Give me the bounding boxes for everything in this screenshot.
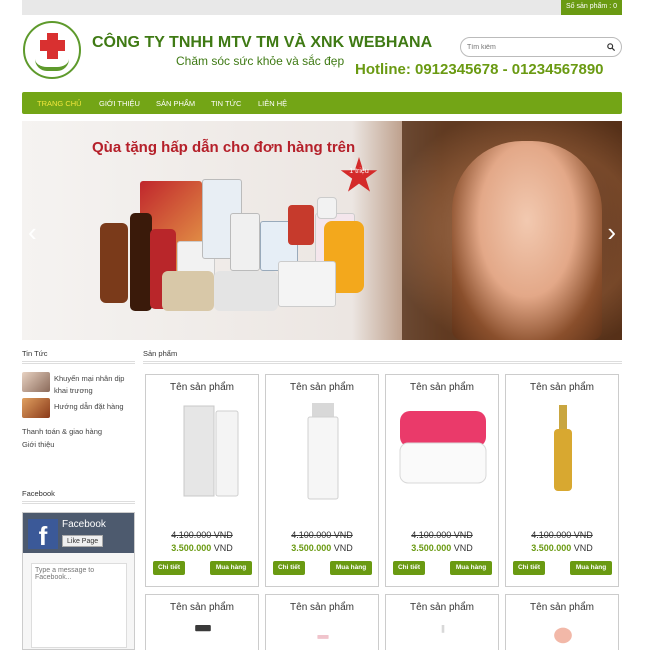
product-name[interactable]: Tên sản phẩm	[506, 602, 618, 613]
facebook-message-input[interactable]	[32, 564, 126, 647]
old-price: 4.100.000 VND	[291, 530, 353, 540]
product-jar-image	[317, 197, 337, 219]
product-image[interactable]	[278, 635, 368, 651]
old-price: 4.100.000 VND	[411, 530, 473, 540]
product-jar-image	[162, 271, 214, 311]
badge-text: 1 triệu	[349, 168, 369, 175]
search-box	[460, 37, 622, 57]
search-input[interactable]	[467, 41, 602, 54]
search-icon[interactable]	[607, 43, 615, 51]
product-bottle-image	[130, 213, 152, 311]
news-section-title: Tin Tức	[22, 349, 48, 358]
product-image[interactable]	[278, 401, 368, 501]
detail-button[interactable]: Chi tiết	[273, 561, 305, 575]
cart-count-badge[interactable]: Số sản phẩm : 0	[561, 0, 622, 15]
product-card[interactable]: Tên sản phẩm	[145, 594, 259, 650]
starburst-badge	[340, 157, 378, 192]
banner-headline: Qùa tặng hấp dẫn cho đơn hàng trên	[92, 139, 356, 156]
facebook-logo-icon[interactable]: f	[28, 519, 58, 551]
sale-price: 3.500.000 VND	[531, 543, 593, 553]
nav-news[interactable]: TIN TỨC	[211, 99, 241, 108]
old-price: 4.100.000 VND	[171, 530, 233, 540]
product-card[interactable]: Tên sản phẩm	[265, 594, 379, 650]
news-item-guide[interactable]: Hướng dẫn đặt hàng	[54, 401, 136, 413]
top-bar: Số sản phẩm : 0	[22, 0, 622, 15]
facebook-message-box	[31, 563, 127, 648]
divider	[22, 361, 135, 364]
facebook-widget: f Facebook Like Page	[22, 512, 135, 650]
product-name[interactable]: Tên sản phẩm	[386, 602, 498, 613]
buy-button[interactable]: Mua hàng	[450, 561, 492, 575]
product-image[interactable]	[158, 625, 248, 651]
product-card[interactable]: Tên sản phẩm	[385, 594, 499, 650]
nav-about[interactable]: GIỚI THIỆU	[99, 99, 140, 108]
main-nav: TRANG CHỦ GIỚI THIỆU SẢN PHẨM TIN TỨC LI…	[22, 92, 622, 114]
like-page-button[interactable]: Like Page	[62, 535, 104, 547]
product-box-image	[278, 261, 336, 307]
news-item-promo[interactable]: Khuyến mại nhân dịp khai trương	[54, 373, 136, 397]
product-card[interactable]: Tên sản phẩm	[505, 594, 619, 650]
nav-products[interactable]: SẢN PHẨM	[156, 99, 195, 108]
news-thumbnail-image[interactable]	[22, 372, 50, 392]
product-name[interactable]: Tên sản phẩm	[146, 602, 258, 613]
divider	[143, 361, 622, 364]
detail-button[interactable]: Chi tiết	[393, 561, 425, 575]
product-image[interactable]	[518, 625, 608, 651]
hotline: Hotline: 0912345678 - 01234567890	[355, 61, 604, 78]
buy-button[interactable]: Mua hàng	[210, 561, 252, 575]
product-bottle-image	[100, 223, 128, 303]
products-section-title: Sản phẩm	[143, 349, 178, 358]
sale-price: 3.500.000 VND	[171, 543, 233, 553]
chevron-left-icon[interactable]: ‹	[28, 219, 37, 245]
news-thumbnail-image[interactable]	[22, 398, 50, 418]
banner-slider[interactable]: Qùa tặng hấp dẫn cho đơn hàng trên 1 tri…	[22, 121, 622, 340]
product-card[interactable]: Tên sản phẩm 4.100.000 VND 3.500.000 VND…	[505, 374, 619, 587]
product-jar-image	[214, 271, 278, 311]
nav-contact[interactable]: LIÊN HỆ	[258, 99, 287, 108]
divider	[22, 501, 135, 504]
old-price: 4.100.000 VND	[531, 530, 593, 540]
slogan: Chăm sóc sức khỏe và sắc đẹp	[176, 54, 345, 68]
nav-home[interactable]: TRANG CHỦ	[37, 99, 82, 108]
product-card[interactable]: Tên sản phẩm 4.100.000 VND 3.500.000 VND…	[385, 374, 499, 587]
product-name[interactable]: Tên sản phẩm	[386, 382, 498, 393]
facebook-header: f Facebook Like Page	[23, 513, 134, 553]
detail-button[interactable]: Chi tiết	[513, 561, 545, 575]
product-box-image	[230, 213, 260, 271]
leaf-icon	[35, 59, 69, 71]
buy-button[interactable]: Mua hàng	[570, 561, 612, 575]
sidebar-link-payment[interactable]: Thanh toán & giao hàng	[22, 427, 102, 436]
facebook-page-name[interactable]: Facebook	[62, 519, 106, 530]
sale-price: 3.500.000 VND	[411, 543, 473, 553]
product-card[interactable]: Tên sản phẩm 4.100.000 VND 3.500.000 VND…	[145, 374, 259, 587]
product-bottle-image	[288, 205, 314, 245]
sidebar-link-about[interactable]: Giới thiệu	[22, 440, 54, 449]
product-image[interactable]	[518, 401, 608, 501]
product-name[interactable]: Tên sản phẩm	[146, 382, 258, 393]
product-image[interactable]	[398, 625, 488, 651]
model-face-image	[452, 141, 602, 340]
product-name[interactable]: Tên sản phẩm	[266, 382, 378, 393]
product-name[interactable]: Tên sản phẩm	[266, 602, 378, 613]
company-logo[interactable]	[23, 21, 81, 79]
sale-price: 3.500.000 VND	[291, 543, 353, 553]
company-name: CÔNG TY TNHH MTV TM VÀ XNK WEBHANA	[92, 34, 433, 51]
facebook-section-title: Facebook	[22, 489, 55, 498]
detail-button[interactable]: Chi tiết	[153, 561, 185, 575]
chevron-right-icon[interactable]: ›	[607, 219, 616, 245]
product-card[interactable]: Tên sản phẩm 4.100.000 VND 3.500.000 VND…	[265, 374, 379, 587]
product-image[interactable]	[158, 401, 248, 501]
product-name[interactable]: Tên sản phẩm	[506, 382, 618, 393]
buy-button[interactable]: Mua hàng	[330, 561, 372, 575]
product-image[interactable]	[398, 401, 488, 501]
